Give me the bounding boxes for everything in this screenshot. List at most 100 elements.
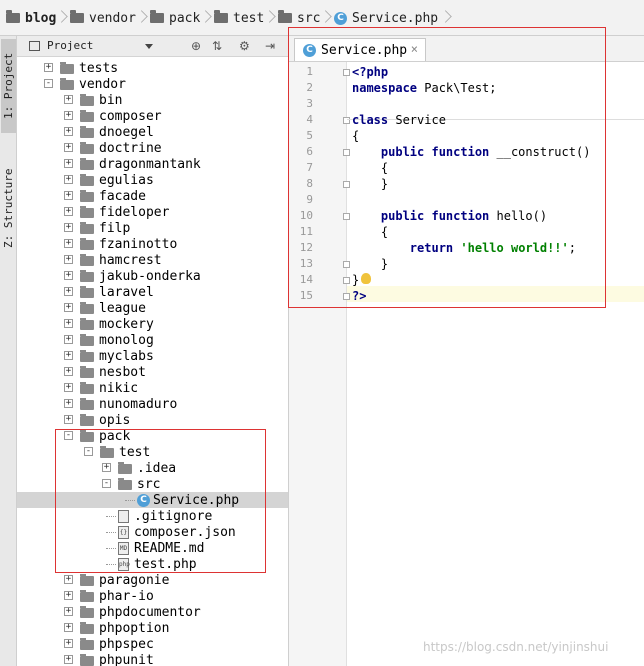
expand-icon[interactable]: + — [64, 175, 73, 184]
expand-icon[interactable]: + — [64, 127, 73, 136]
tree-item-jakub-onderka[interactable]: + jakub-onderka — [17, 268, 288, 284]
tree-item-filp[interactable]: + filp — [17, 220, 288, 236]
expand-icon[interactable]: + — [64, 191, 73, 200]
collapse-icon[interactable]: - — [64, 431, 73, 440]
expand-icon[interactable]: + — [64, 623, 73, 632]
expand-icon[interactable]: + — [64, 399, 73, 408]
expand-icon[interactable]: + — [64, 111, 73, 120]
tree-item-nikic[interactable]: + nikic — [17, 380, 288, 396]
tree-item-phpunit[interactable]: + phpunit — [17, 652, 288, 666]
expand-icon[interactable]: + — [64, 95, 73, 104]
editor-tab-service-php[interactable]: C Service.php × — [294, 38, 426, 61]
tree-item-test-php[interactable]: php test.php — [17, 556, 288, 572]
tree-item-phar-io[interactable]: + phar-io — [17, 588, 288, 604]
expand-icon[interactable]: + — [64, 367, 73, 376]
tree-item-bin[interactable]: + bin — [17, 92, 288, 108]
code-fold-icon[interactable] — [343, 213, 350, 220]
tree-item-nunomaduro[interactable]: + nunomaduro — [17, 396, 288, 412]
expand-icon[interactable]: + — [64, 591, 73, 600]
tree-item-composer-json[interactable]: {} composer.json — [17, 524, 288, 540]
expand-icon[interactable]: + — [64, 415, 73, 424]
expand-icon[interactable]: + — [64, 239, 73, 248]
tree-item-tests[interactable]: + tests — [17, 60, 288, 76]
line-number: 5 — [306, 129, 313, 142]
tree-item-nesbot[interactable]: + nesbot — [17, 364, 288, 380]
tree-item-idea[interactable]: + .idea — [17, 460, 288, 476]
tree-guide-line — [106, 564, 116, 565]
project-view-selector[interactable]: Project — [47, 39, 93, 52]
expand-icon[interactable]: + — [64, 207, 73, 216]
collapse-icon[interactable]: - — [44, 79, 53, 88]
tree-item-facade[interactable]: + facade — [17, 188, 288, 204]
hide-panel-icon[interactable]: ⇥ — [265, 39, 275, 53]
tree-item-league[interactable]: + league — [17, 300, 288, 316]
expand-icon[interactable]: + — [64, 255, 73, 264]
tree-item-laravel[interactable]: + laravel — [17, 284, 288, 300]
tree-item-monolog[interactable]: + monolog — [17, 332, 288, 348]
tree-item-readme-md[interactable]: MD README.md — [17, 540, 288, 556]
intention-bulb-icon[interactable] — [361, 273, 371, 284]
expand-icon[interactable]: + — [64, 143, 73, 152]
tree-item-composer[interactable]: + composer — [17, 108, 288, 124]
tree-item-myclabs[interactable]: + myclabs — [17, 348, 288, 364]
gear-icon[interactable]: ⚙ — [239, 39, 250, 53]
breadcrumb-item-blog[interactable]: blog — [6, 9, 56, 27]
tree-item-src[interactable]: - src — [17, 476, 288, 492]
chevron-down-icon[interactable] — [145, 44, 153, 49]
tree-item-service-php[interactable]: C Service.php — [17, 492, 288, 508]
collapse-icon[interactable]: - — [84, 447, 93, 456]
expand-icon[interactable]: + — [64, 223, 73, 232]
breadcrumb-item-service-php[interactable]: C Service.php — [334, 9, 438, 27]
code-fold-icon[interactable] — [343, 149, 350, 156]
expand-icon[interactable]: + — [64, 607, 73, 616]
tree-item-paragonie[interactable]: + paragonie — [17, 572, 288, 588]
locate-file-icon[interactable]: ⊕ — [191, 39, 201, 53]
folder-icon — [80, 430, 94, 442]
expand-icon[interactable]: + — [64, 335, 73, 344]
code-fold-icon[interactable] — [343, 69, 350, 76]
expand-icon[interactable]: + — [64, 383, 73, 392]
breadcrumb-item-src[interactable]: src — [278, 9, 320, 27]
code-fold-icon[interactable] — [343, 181, 350, 188]
project-tool-tab[interactable]: 1: Project — [1, 39, 16, 133]
breadcrumb-item-test[interactable]: test — [214, 9, 264, 27]
breadcrumb-item-pack[interactable]: pack — [150, 9, 200, 27]
tree-item-pack[interactable]: - pack — [17, 428, 288, 444]
code-fold-icon[interactable] — [343, 277, 350, 284]
expand-icon[interactable]: + — [64, 351, 73, 360]
structure-tool-tab[interactable]: Z: Structure — [1, 158, 16, 258]
expand-icon[interactable]: + — [102, 463, 111, 472]
collapse-icon[interactable]: - — [102, 479, 111, 488]
code-fold-icon[interactable] — [343, 293, 350, 300]
expand-icon[interactable]: + — [64, 319, 73, 328]
tree-item-doctrine[interactable]: + doctrine — [17, 140, 288, 156]
tree-item-phpdocumentor[interactable]: + phpdocumentor — [17, 604, 288, 620]
tree-item-hamcrest[interactable]: + hamcrest — [17, 252, 288, 268]
expand-icon[interactable]: + — [64, 575, 73, 584]
tree-item-dnoegel[interactable]: + dnoegel — [17, 124, 288, 140]
code-token: { — [352, 225, 389, 239]
tree-item-phpspec[interactable]: + phpspec — [17, 636, 288, 652]
code-fold-icon[interactable] — [343, 261, 350, 268]
tree-item-fzaninotto[interactable]: + fzaninotto — [17, 236, 288, 252]
expand-icon[interactable]: + — [44, 63, 53, 72]
expand-icon[interactable]: + — [64, 655, 73, 664]
tree-item-mockery[interactable]: + mockery — [17, 316, 288, 332]
tree-item-test[interactable]: - test — [17, 444, 288, 460]
close-icon[interactable]: × — [411, 42, 418, 56]
tree-item-dragonmantank[interactable]: + dragonmantank — [17, 156, 288, 172]
expand-icon[interactable]: + — [64, 287, 73, 296]
tree-item-opis[interactable]: + opis — [17, 412, 288, 428]
tree-item-vendor[interactable]: - vendor — [17, 76, 288, 92]
expand-icon[interactable]: + — [64, 639, 73, 648]
tree-item-phpoption[interactable]: + phpoption — [17, 620, 288, 636]
expand-icon[interactable]: + — [64, 303, 73, 312]
collapse-all-icon[interactable]: ⇅ — [212, 39, 222, 53]
tree-item-egulias[interactable]: + egulias — [17, 172, 288, 188]
tree-item-fideloper[interactable]: + fideloper — [17, 204, 288, 220]
expand-icon[interactable]: + — [64, 159, 73, 168]
file-icon — [118, 510, 129, 523]
breadcrumb-item-vendor[interactable]: vendor — [70, 9, 136, 27]
expand-icon[interactable]: + — [64, 271, 73, 280]
tree-item-gitignore[interactable]: .gitignore — [17, 508, 288, 524]
